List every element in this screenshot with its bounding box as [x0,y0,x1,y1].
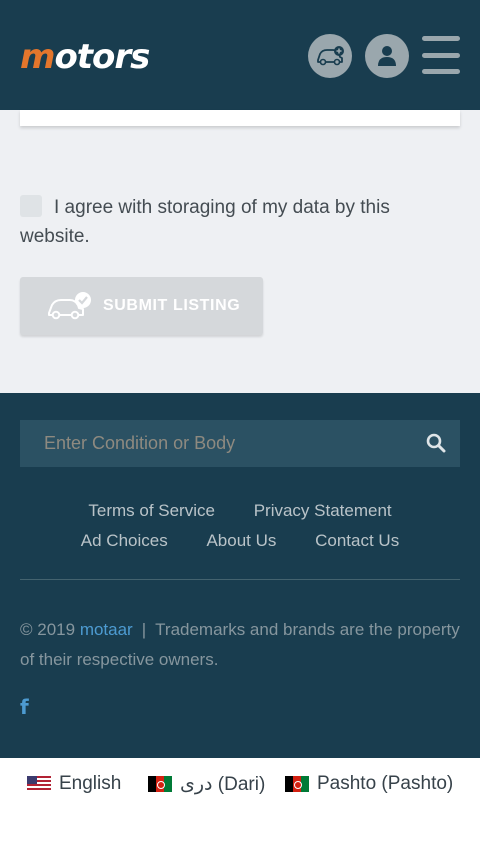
language-bar: English دری (Dari) Pashto (Pashto) [0,758,480,853]
us-flag-icon [27,776,51,792]
submit-listing-label: SUBMIT LISTING [103,297,241,314]
terms-of-service-link[interactable]: Terms of Service [88,501,215,520]
copyright-text: © 2019 motaar | Trademarks and brands are … [20,620,460,669]
add-car-button[interactable] [308,34,352,78]
menu-icon[interactable] [422,36,460,74]
submit-listing-button[interactable]: SUBMIT LISTING [20,277,263,335]
car-add-icon [317,46,344,66]
form-card [20,110,460,126]
language-pashto[interactable]: Pashto (Pashto) [285,772,453,796]
search-icon[interactable] [426,433,446,453]
car-check-icon [48,292,91,320]
search-input[interactable] [20,420,410,467]
privacy-statement-link[interactable]: Privacy Statement [254,501,392,520]
language-english[interactable]: English [27,772,121,796]
motors-logo[interactable]: motors [20,40,150,74]
footer-links: Terms of Service Privacy Statement Ad Ch… [0,496,480,556]
contact-us-link[interactable]: Contact Us [315,531,399,550]
facebook-icon[interactable]: f [20,695,29,719]
afghanistan-flag-icon [148,776,172,792]
afghanistan-flag-icon [285,776,309,792]
about-us-link[interactable]: About Us [206,531,276,550]
footer-divider [20,579,460,580]
brand-link[interactable]: motaar [80,620,133,639]
user-icon [378,46,396,66]
footer-search [20,420,460,467]
site-header: motors [0,0,480,110]
language-dari[interactable]: دری (Dari) [148,772,265,796]
agree-label: I agree with storaging of my data by thi… [20,197,390,247]
site-footer: Terms of Service Privacy Statement Ad Ch… [0,393,480,758]
account-button[interactable] [365,34,409,78]
ad-choices-link[interactable]: Ad Choices [81,531,168,550]
